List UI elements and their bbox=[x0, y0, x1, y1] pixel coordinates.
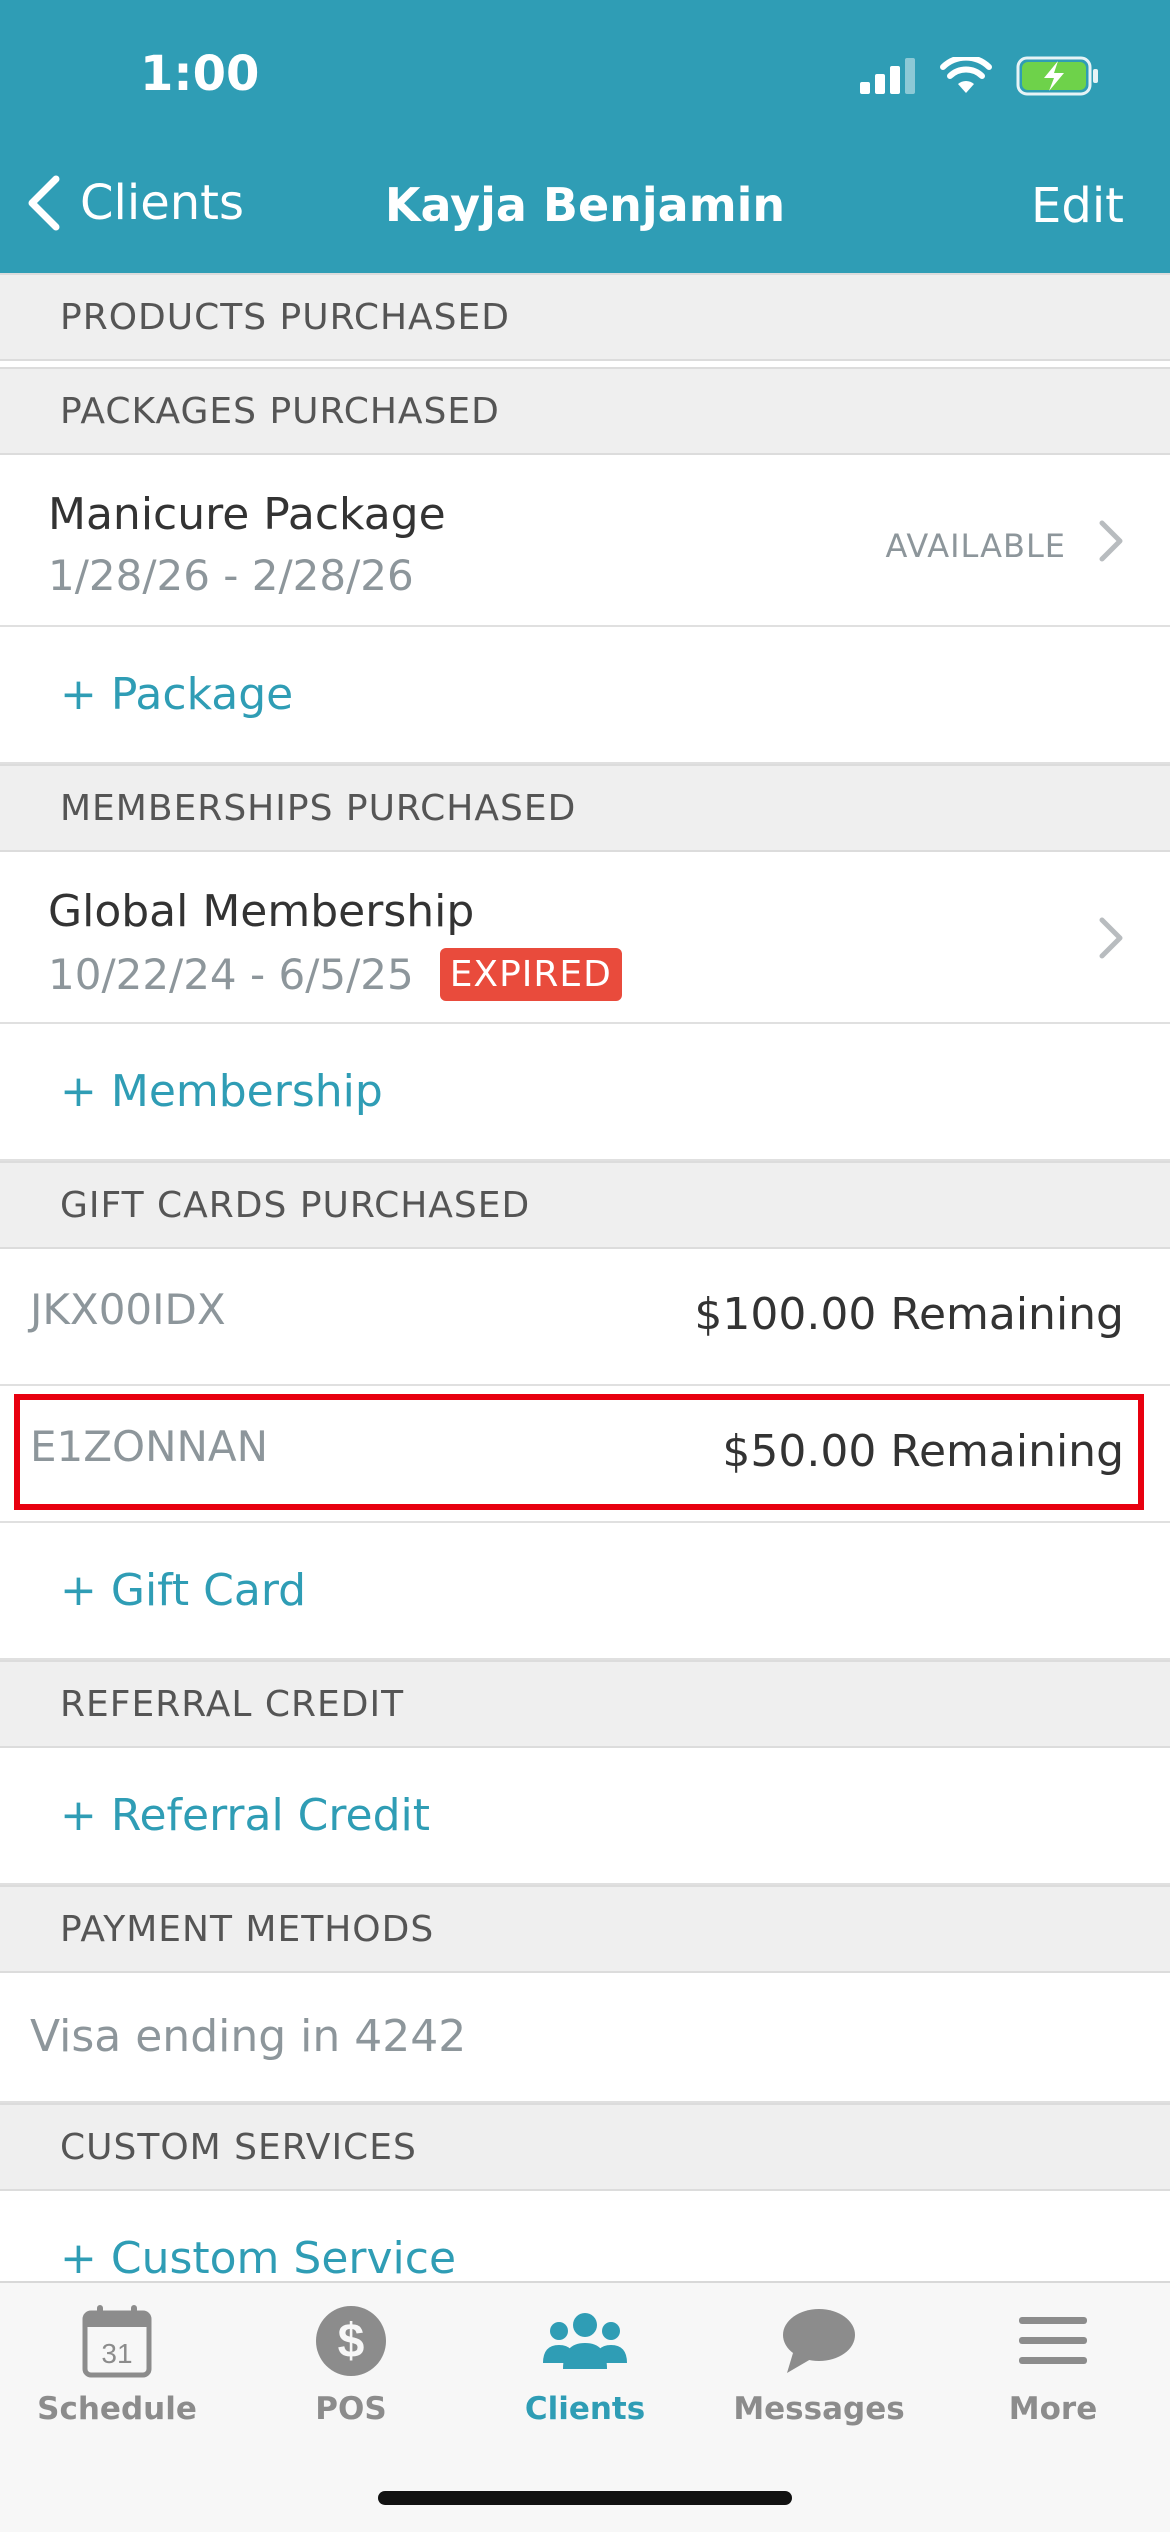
status-time: 1:00 bbox=[140, 46, 260, 102]
package-name: Manicure Package bbox=[48, 489, 446, 540]
calendar-icon: 31 bbox=[82, 2305, 152, 2378]
tab-clients-label: Clients bbox=[524, 2391, 646, 2427]
package-dates: 1/28/26 - 2/28/26 bbox=[48, 551, 414, 600]
membership-dates: 10/22/24 - 6/5/25 EXPIRED bbox=[48, 948, 622, 1001]
chevron-left-icon bbox=[28, 175, 60, 231]
membership-row[interactable]: Global Membership 10/22/24 - 6/5/25 EXPI… bbox=[0, 852, 1170, 1024]
gift-card-code: E1ZONNAN bbox=[30, 1422, 269, 1471]
back-button-label: Clients bbox=[80, 175, 244, 231]
add-membership-button[interactable]: + Membership bbox=[0, 1024, 1170, 1161]
gift-card-row[interactable]: JKX00IDX $100.00 Remaining bbox=[0, 1249, 1170, 1386]
package-row[interactable]: Manicure Package 1/28/26 - 2/28/26 AVAIL… bbox=[0, 455, 1170, 627]
membership-dates-text: 10/22/24 - 6/5/25 bbox=[48, 950, 414, 999]
tab-schedule-label: Schedule bbox=[37, 2391, 197, 2427]
package-status: AVAILABLE bbox=[885, 527, 1066, 565]
chevron-right-icon bbox=[1099, 917, 1123, 959]
gift-card-amount: $100.00 Remaining bbox=[694, 1289, 1124, 1340]
add-custom-service-button[interactable]: + Custom Service bbox=[0, 2191, 1170, 2281]
payment-method-row[interactable]: Visa ending in 4242 bbox=[0, 1973, 1170, 2103]
tab-pos[interactable]: $ POS bbox=[234, 2303, 468, 2427]
calendar-day: 31 bbox=[101, 2338, 132, 2369]
back-button[interactable]: Clients bbox=[24, 175, 244, 231]
section-header-gift-cards: GIFT CARDS PURCHASED bbox=[0, 1161, 1170, 1249]
tab-messages-label: Messages bbox=[733, 2391, 905, 2427]
section-header-payment: PAYMENT METHODS bbox=[0, 1885, 1170, 1973]
payment-method-text: Visa ending in 4242 bbox=[30, 2011, 467, 2062]
add-referral-credit-button[interactable]: + Referral Credit bbox=[0, 1748, 1170, 1885]
home-indicator bbox=[378, 2491, 792, 2505]
status-icons bbox=[860, 56, 1100, 96]
membership-name: Global Membership bbox=[48, 886, 475, 937]
tab-clients[interactable]: Clients bbox=[468, 2303, 702, 2427]
menu-icon bbox=[1019, 2317, 1087, 2364]
battery-charging-icon bbox=[1016, 56, 1098, 96]
tab-pos-label: POS bbox=[315, 2391, 387, 2427]
client-detail-list[interactable]: PRODUCTS PURCHASED PACKAGES PURCHASED Ma… bbox=[0, 273, 1170, 2281]
tab-more[interactable]: More bbox=[936, 2303, 1170, 2427]
signal-icon bbox=[860, 58, 915, 94]
package-dates-text: 1/28/26 - 2/28/26 bbox=[48, 551, 414, 600]
tab-more-label: More bbox=[1008, 2391, 1098, 2427]
clients-icon bbox=[543, 2313, 627, 2369]
add-gift-card-button[interactable]: + Gift Card bbox=[0, 1523, 1170, 1660]
section-header-custom: CUSTOM SERVICES bbox=[0, 2103, 1170, 2191]
section-header-referral: REFERRAL CREDIT bbox=[0, 1660, 1170, 1748]
svg-text:$: $ bbox=[338, 2315, 365, 2368]
chat-icon bbox=[783, 2309, 855, 2373]
gift-card-row[interactable]: E1ZONNAN $50.00 Remaining bbox=[0, 1386, 1170, 1523]
gift-card-code: JKX00IDX bbox=[30, 1285, 226, 1334]
wifi-icon bbox=[940, 57, 992, 93]
section-header-packages: PACKAGES PURCHASED bbox=[0, 367, 1170, 455]
dollar-icon: $ bbox=[316, 2306, 386, 2376]
edit-button[interactable]: Edit bbox=[1031, 178, 1124, 234]
tab-schedule[interactable]: 31 Schedule bbox=[0, 2303, 234, 2427]
nav-header: 1:00 Clients Kayja Benjamin Edit bbox=[0, 0, 1170, 273]
expired-badge: EXPIRED bbox=[439, 948, 622, 1001]
section-header-memberships: MEMBERSHIPS PURCHASED bbox=[0, 764, 1170, 852]
add-package-button[interactable]: + Package bbox=[0, 627, 1170, 764]
tab-messages[interactable]: Messages bbox=[702, 2303, 936, 2427]
gift-card-amount: $50.00 Remaining bbox=[722, 1426, 1124, 1477]
chevron-right-icon bbox=[1099, 520, 1123, 562]
section-header-products: PRODUCTS PURCHASED bbox=[0, 273, 1170, 361]
